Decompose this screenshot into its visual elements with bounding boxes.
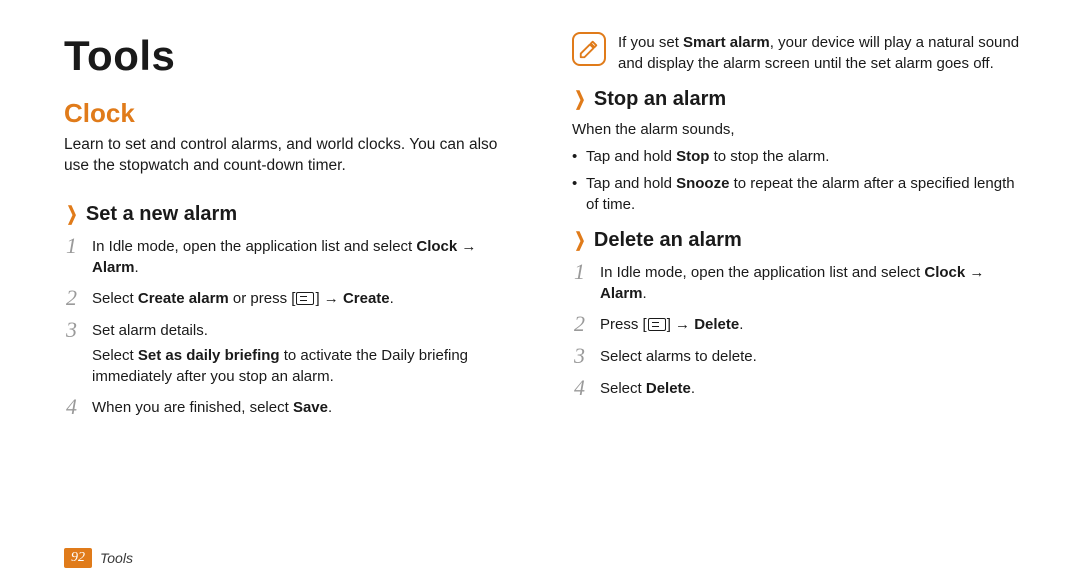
bold: Stop (676, 148, 709, 165)
text: to stop the alarm. (709, 148, 829, 165)
step-number: 3 (66, 318, 92, 387)
left-column: Tools Clock Learn to set and control ala… (64, 32, 516, 427)
page-number: 92 (64, 548, 92, 568)
bold: Delete (646, 380, 691, 397)
text: ] → (315, 290, 343, 307)
chevron-right-icon: ❯ (66, 203, 77, 226)
text: Select (92, 347, 138, 364)
text: In Idle mode, open the application list … (92, 238, 416, 255)
set-alarm-steps: 1 In Idle mode, open the application lis… (66, 234, 516, 419)
bold: Alarm (92, 259, 135, 276)
text: → (965, 264, 984, 281)
step-number: 2 (66, 286, 92, 310)
stop-alarm-bullets: Tap and hold Stop to stop the alarm. Tap… (572, 146, 1024, 215)
text: Set alarm details. (92, 322, 208, 339)
step-4: 4 Select Delete. (574, 376, 1024, 400)
note-box: If you set Smart alarm, your device will… (572, 32, 1024, 74)
page-title: Tools (64, 32, 516, 80)
step-number: 1 (574, 260, 600, 304)
bold: Clock (416, 238, 457, 255)
text: or press [ (229, 290, 296, 307)
text: . (691, 380, 695, 397)
step-number: 3 (574, 344, 600, 368)
bold: Create (343, 290, 390, 307)
text: When you are finished, select (92, 399, 293, 416)
stop-alarm-intro: When the alarm sounds, (572, 119, 1024, 140)
step-body: In Idle mode, open the application list … (600, 260, 1024, 304)
footer: 92 Tools (64, 548, 133, 568)
bold: Save (293, 399, 328, 416)
chevron-right-icon: ❯ (574, 229, 585, 252)
text: Tap and hold (586, 175, 676, 192)
step-4: 4 When you are finished, select Save. (66, 395, 516, 419)
list-item: Tap and hold Stop to stop the alarm. (572, 146, 1024, 167)
subheading-delete-alarm-label: Delete an alarm (594, 229, 742, 251)
note-text: If you set Smart alarm, your device will… (618, 32, 1024, 74)
text: Tap and hold (586, 148, 676, 165)
text: . (390, 290, 394, 307)
section-heading-clock: Clock (64, 98, 516, 129)
list-item: Tap and hold Snooze to repeat the alarm … (572, 173, 1024, 215)
bold: Snooze (676, 175, 729, 192)
step-1: 1 In Idle mode, open the application lis… (574, 260, 1024, 304)
step-extra: Select Set as daily briefing to activate… (92, 345, 516, 387)
bold: Delete (694, 316, 739, 333)
pencil-note-icon (578, 38, 600, 60)
step-body: Select alarms to delete. (600, 344, 757, 368)
step-1: 1 In Idle mode, open the application lis… (66, 234, 516, 278)
step-2: 2 Press [ ] → Delete. (574, 312, 1024, 336)
page: Tools Clock Learn to set and control ala… (0, 0, 1080, 586)
step-3: 3 Select alarms to delete. (574, 344, 1024, 368)
subheading-set-alarm: ❯ Set a new alarm (64, 203, 516, 226)
step-number: 1 (66, 234, 92, 278)
text: . (739, 316, 743, 333)
columns: Tools Clock Learn to set and control ala… (64, 32, 1024, 427)
subheading-stop-alarm: ❯ Stop an alarm (572, 88, 1024, 111)
chevron-right-icon: ❯ (574, 88, 585, 111)
step-3: 3 Set alarm details. Select Set as daily… (66, 318, 516, 387)
text: . (328, 399, 332, 416)
text: ] → (667, 316, 695, 333)
text: . (135, 259, 139, 276)
note-icon (572, 32, 606, 66)
text: . (643, 285, 647, 302)
footer-section-name: Tools (100, 550, 133, 566)
step-body: Select Create alarm or press [ ] → Create… (92, 286, 394, 310)
step-body: When you are finished, select Save. (92, 395, 332, 419)
bold: Alarm (600, 285, 643, 302)
text: Select (92, 290, 138, 307)
bold: Create alarm (138, 290, 229, 307)
step-number: 2 (574, 312, 600, 336)
step-body: In Idle mode, open the application list … (92, 234, 516, 278)
menu-icon (296, 292, 314, 305)
text: → (457, 238, 476, 255)
text: In Idle mode, open the application list … (600, 264, 924, 281)
right-column: If you set Smart alarm, your device will… (572, 32, 1024, 427)
step-body: Press [ ] → Delete. (600, 312, 743, 336)
step-number: 4 (574, 376, 600, 400)
subheading-delete-alarm: ❯ Delete an alarm (572, 229, 1024, 252)
text: Press [ (600, 316, 647, 333)
bold: Set as daily briefing (138, 347, 280, 364)
bold: Clock (924, 264, 965, 281)
step-body: Set alarm details. Select Set as daily b… (92, 318, 516, 387)
clock-intro: Learn to set and control alarms, and wor… (64, 135, 516, 177)
delete-alarm-steps: 1 In Idle mode, open the application lis… (574, 260, 1024, 401)
step-body: Select Delete. (600, 376, 695, 400)
text: If you set (618, 34, 683, 51)
step-number: 4 (66, 395, 92, 419)
subheading-stop-alarm-label: Stop an alarm (594, 88, 726, 110)
bold: Smart alarm (683, 34, 770, 51)
text: Select (600, 380, 646, 397)
subheading-set-alarm-label: Set a new alarm (86, 203, 237, 225)
step-2: 2 Select Create alarm or press [ ] → Crea… (66, 286, 516, 310)
menu-icon (648, 318, 666, 331)
